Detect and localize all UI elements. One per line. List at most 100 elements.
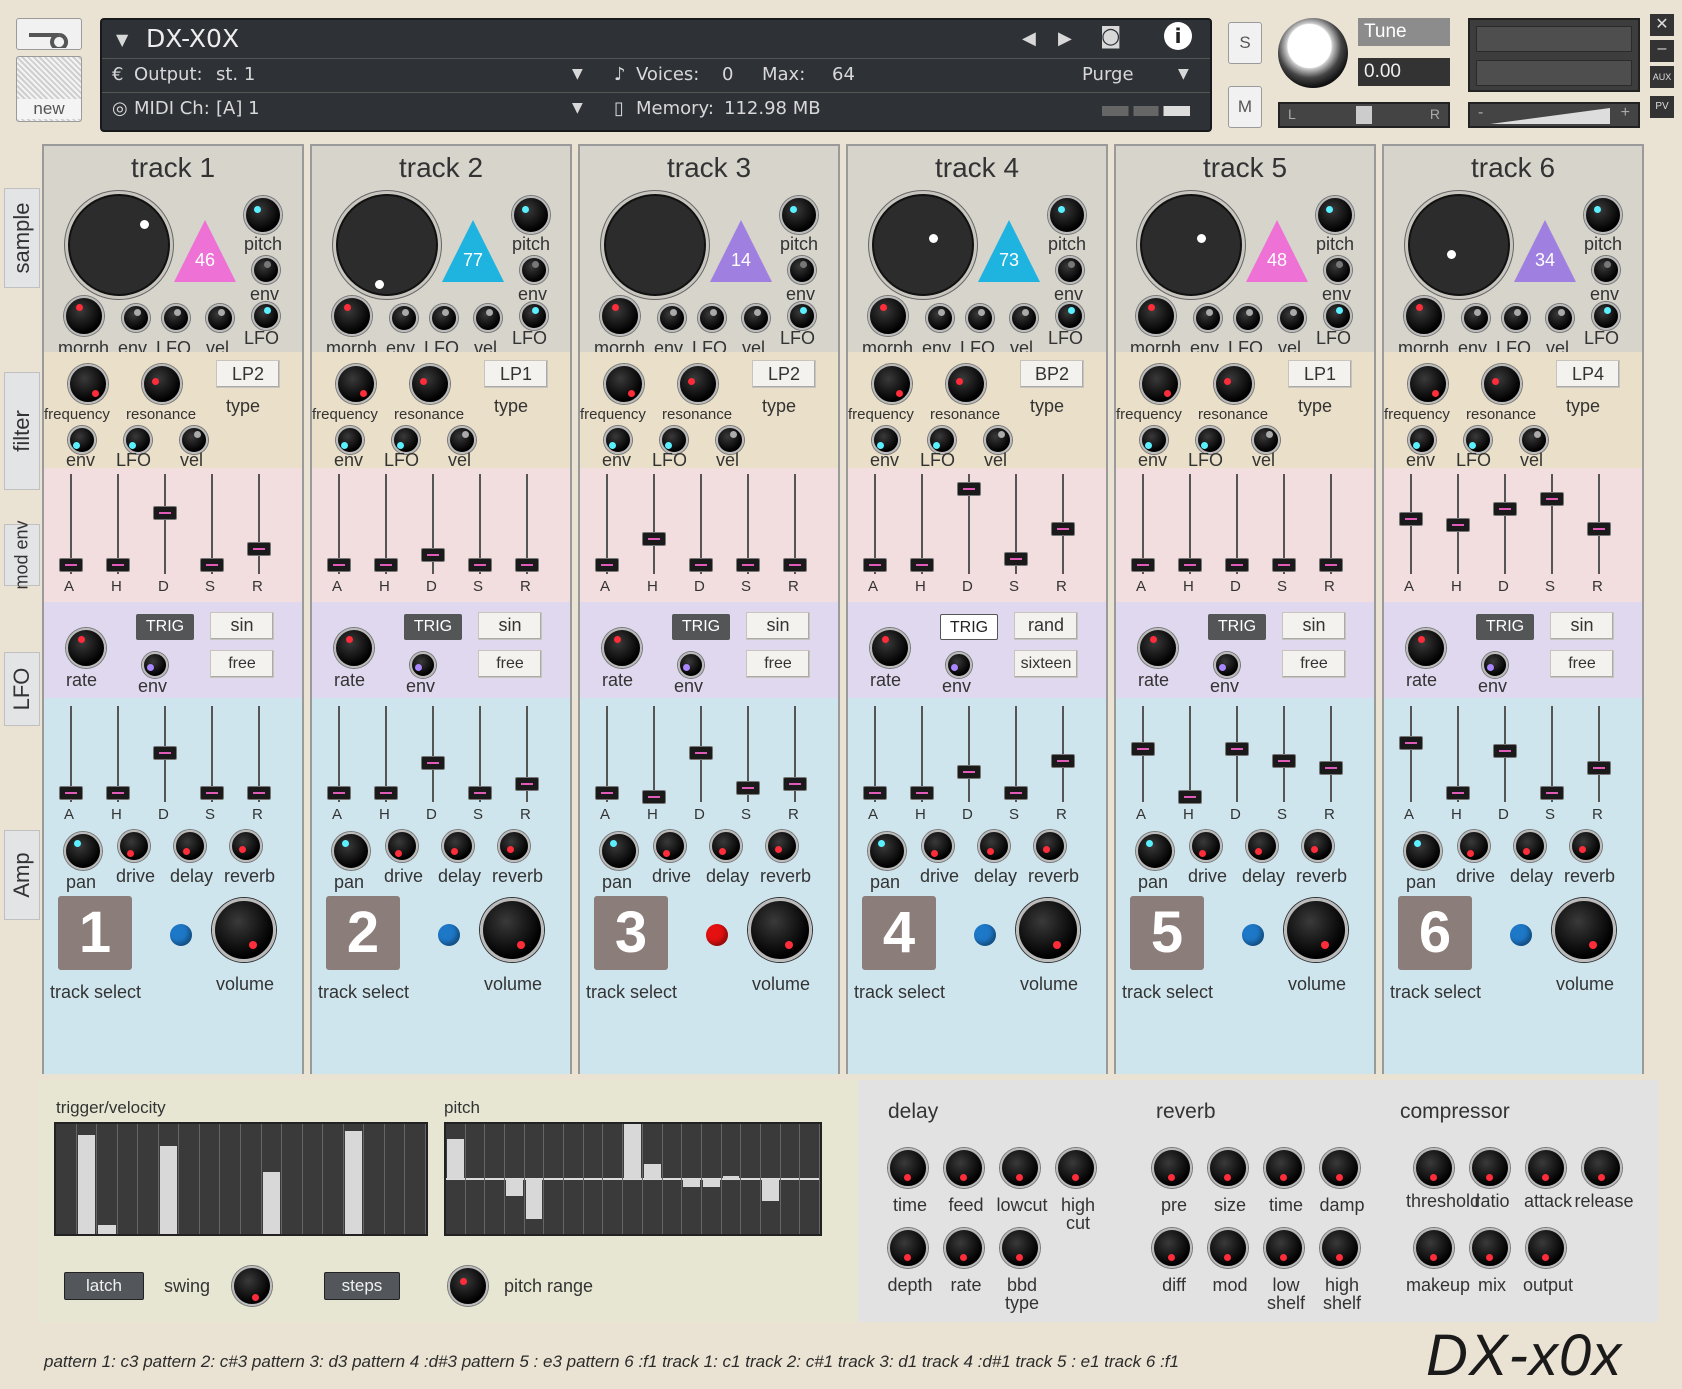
track-2-ampenv-D-fader[interactable] [421,755,445,770]
track-6-ampenv-D-fader[interactable] [1493,744,1517,759]
track-3-trig-button[interactable]: TRIG [672,614,730,640]
track-5-frequency-knob[interactable] [1140,364,1180,404]
velocity-step-grid[interactable] [54,1122,428,1236]
track-6-lfo-rate-knob[interactable] [1406,628,1446,668]
track-2-ampenv-A-fader[interactable] [327,786,351,801]
track-3-ampenv-D-fader[interactable] [689,746,713,761]
track-3-ampenv-R-fader[interactable] [783,776,807,791]
track-3-sample-knob[interactable] [604,194,706,307]
track-4-ampenv-R-fader[interactable] [1051,753,1075,768]
track-4-sample-lfo-knob[interactable] [1056,302,1084,330]
velocity-step[interactable] [220,1124,241,1234]
reverb-r1-2-knob[interactable] [1264,1148,1304,1188]
track-4-modenv-D-fader[interactable] [957,482,981,496]
track-2-delay-knob[interactable] [442,830,474,862]
track-2-modenv-H-fader[interactable] [374,558,398,572]
track-6-morph-vel-knob[interactable] [1546,304,1574,332]
track-4-drive-knob[interactable] [922,830,954,862]
track-5-morph-knob[interactable] [1136,296,1176,336]
track-1-filter-type-select[interactable]: LP2 [216,360,280,388]
comp-r1-3-knob[interactable] [1582,1148,1622,1188]
track-4-modenv-S-fader[interactable] [1004,552,1028,566]
track-6-morph-knob[interactable] [1404,296,1444,336]
track-2-ampenv-S-fader[interactable] [468,786,492,801]
pitch-range-knob[interactable] [448,1266,488,1306]
track-6-reverb-knob[interactable] [1570,830,1602,862]
track-4-lfo-env-knob[interactable] [946,652,972,678]
track-6-resonance-knob[interactable] [1482,364,1522,404]
track-1-modenv-R-fader[interactable] [247,542,271,556]
pv-button[interactable]: PV [1650,96,1674,118]
close-icon[interactable]: ✕ [1650,14,1674,36]
track-6-delay-knob[interactable] [1514,830,1546,862]
delay-r1-0-knob[interactable] [888,1148,928,1188]
comp-r2-0-knob[interactable] [1414,1228,1454,1268]
track-6-sample-env-knob[interactable] [1592,256,1620,284]
track-3-pitch-knob[interactable] [780,196,818,234]
velocity-step[interactable] [138,1124,159,1234]
velocity-step[interactable] [159,1124,180,1234]
velocity-step[interactable] [385,1124,406,1234]
track-2-pan-knob[interactable] [332,832,370,870]
track-1-pitch-knob[interactable] [244,196,282,234]
track-5-modenv-D-fader[interactable] [1225,558,1249,572]
velocity-step[interactable] [282,1124,303,1234]
track-6-ampenv-S-fader[interactable] [1540,786,1564,801]
velocity-step[interactable] [77,1124,98,1234]
pitch-step[interactable] [722,1124,742,1234]
track-5-sample-lfo-knob[interactable] [1324,302,1352,330]
track-5-lfo-wave-select[interactable]: sin [1282,612,1346,640]
camera-icon[interactable]: ◙ [1100,24,1121,49]
track-3-ampenv-H-fader[interactable] [642,790,666,805]
track-2-reverb-knob[interactable] [498,830,530,862]
reverb-r1-3-knob[interactable] [1320,1148,1360,1188]
prev-arrow-icon[interactable]: ◀ [1022,28,1036,49]
new-button[interactable]: new [16,56,82,122]
track-6-lfo-wave-select[interactable]: sin [1550,612,1614,640]
velocity-step[interactable] [56,1124,77,1234]
track-2-morph-knob[interactable] [332,296,372,336]
track-4-ampenv-H-fader[interactable] [910,786,934,801]
track-2-sample-env-knob[interactable] [520,256,548,284]
track-5-modenv-H-fader[interactable] [1178,558,1202,572]
pitch-step[interactable] [505,1124,525,1234]
track-2-morph-vel-knob[interactable] [474,304,502,332]
pan-slider[interactable]: L R [1278,102,1450,128]
track-6-lfo-mode-select[interactable]: free [1550,650,1614,678]
track-6-trig-button[interactable]: TRIG [1476,614,1534,640]
track-5-reverb-knob[interactable] [1302,830,1334,862]
track-1-modenv-S-fader[interactable] [200,558,224,572]
track-5-resonance-knob[interactable] [1214,364,1254,404]
delay-r1-1-knob[interactable] [944,1148,984,1188]
track-6-filter-type-select[interactable]: LP4 [1556,360,1620,388]
track-5-ampenv-R-fader[interactable] [1319,761,1343,776]
track-2-ampenv-R-fader[interactable] [515,776,539,791]
track-4-lfo-wave-select[interactable]: rand [1014,612,1078,640]
pitch-step[interactable] [741,1124,761,1234]
track-3-modenv-A-fader[interactable] [595,558,619,572]
purge-dropdown-icon[interactable]: ▼ [1178,66,1189,82]
track-3-morph-env-knob[interactable] [658,304,686,332]
track-2-modenv-A-fader[interactable] [327,558,351,572]
track-3-filter-type-select[interactable]: LP2 [752,360,816,388]
track-3-modenv-S-fader[interactable] [736,558,760,572]
pitch-step[interactable] [564,1124,584,1234]
track-4-morph-vel-knob[interactable] [1010,304,1038,332]
track-6-modenv-R-fader[interactable] [1587,522,1611,536]
track-5-ampenv-S-fader[interactable] [1272,753,1296,768]
tab-mod-env[interactable]: mod env [4,520,40,590]
pitch-step[interactable] [466,1124,486,1234]
track-6-sample-knob[interactable] [1408,194,1510,296]
delay-r2-0-knob[interactable] [888,1228,928,1268]
dropdown-arrow-icon[interactable]: ▼ [116,30,128,49]
track-4-ampenv-D-fader[interactable] [957,765,981,780]
track-4-reverb-knob[interactable] [1034,830,1066,862]
pitch-step[interactable] [623,1124,643,1234]
track-4-lfo-mode-select[interactable]: sixteen [1014,650,1078,678]
track-3-drive-knob[interactable] [654,830,686,862]
track-5-lfo-env-knob[interactable] [1214,652,1240,678]
track-1-morph-lfo-knob[interactable] [162,304,190,332]
velocity-step[interactable] [364,1124,385,1234]
track-2-trig-button[interactable]: TRIG [404,614,462,640]
track-5-ampenv-A-fader[interactable] [1131,742,1155,757]
